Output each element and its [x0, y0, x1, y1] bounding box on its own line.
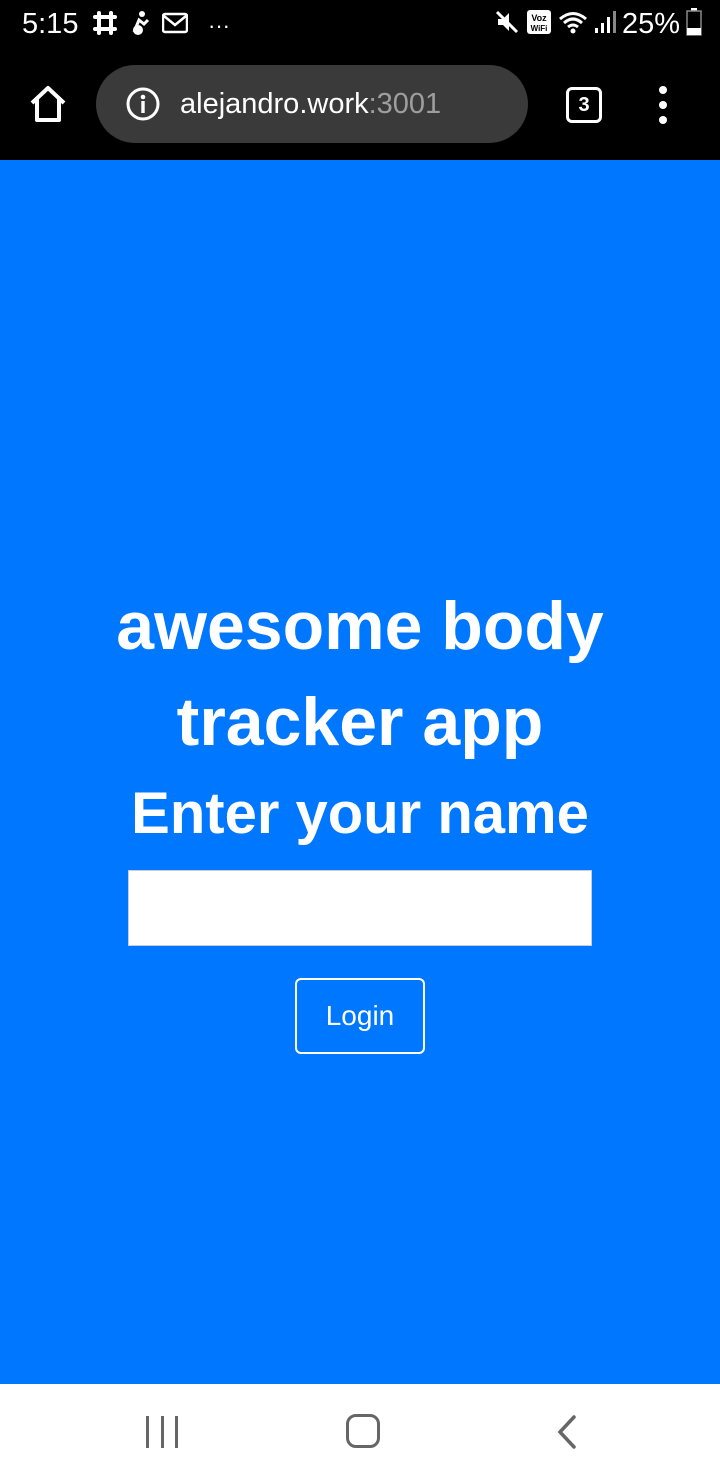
- tab-switcher-button[interactable]: 3: [566, 87, 602, 123]
- svg-text:WiFi: WiFi: [531, 24, 548, 33]
- back-button[interactable]: [552, 1414, 582, 1450]
- login-button[interactable]: Login: [295, 978, 425, 1054]
- overflow-menu-button[interactable]: [648, 82, 678, 128]
- battery-icon: [686, 8, 702, 41]
- url-bar[interactable]: alejandro.work:3001: [96, 65, 528, 143]
- system-nav-bar: [0, 1384, 720, 1480]
- browser-toolbar: alejandro.work:3001 3: [0, 56, 720, 160]
- url-host: alejandro.work: [180, 87, 369, 120]
- battery-percentage: 25%: [621, 8, 680, 40]
- status-bar: 5:15 ··· Voz WiFi 25%: [0, 0, 720, 56]
- wifi-icon: [558, 10, 588, 39]
- name-prompt: Enter your name: [131, 781, 589, 846]
- info-icon[interactable]: [124, 85, 162, 123]
- system-icons: Voz WiFi 25%: [494, 8, 702, 41]
- more-notifications-icon: ···: [208, 12, 230, 38]
- gmail-icon: [161, 12, 189, 39]
- fitness-icon: [128, 10, 152, 41]
- page-title: awesome body tracker app: [116, 588, 604, 760]
- menu-dot: [659, 101, 667, 109]
- recents-icon-bar: [175, 1416, 178, 1448]
- back-icon: [557, 1415, 576, 1449]
- page-content: awesome body tracker app Enter your name…: [0, 160, 720, 1384]
- status-time: 5:15: [22, 8, 79, 40]
- mute-icon: [494, 9, 520, 40]
- menu-dot: [659, 86, 667, 94]
- signal-icon: [594, 10, 616, 39]
- recents-icon-bar: [160, 1416, 164, 1448]
- vowifi-icon: Voz WiFi: [526, 9, 552, 40]
- home-nav-button[interactable]: [346, 1414, 380, 1448]
- name-input[interactable]: [128, 870, 592, 946]
- menu-dot: [659, 116, 667, 124]
- recents-icon-bar: [146, 1416, 149, 1448]
- slack-icon: [92, 10, 118, 41]
- home-icon: [30, 86, 66, 122]
- url-port: :3001: [368, 87, 442, 120]
- svg-text:Voz: Voz: [531, 13, 547, 23]
- recents-button[interactable]: [146, 1416, 178, 1448]
- home-button[interactable]: [26, 82, 70, 126]
- notification-icons: ···: [92, 10, 230, 41]
